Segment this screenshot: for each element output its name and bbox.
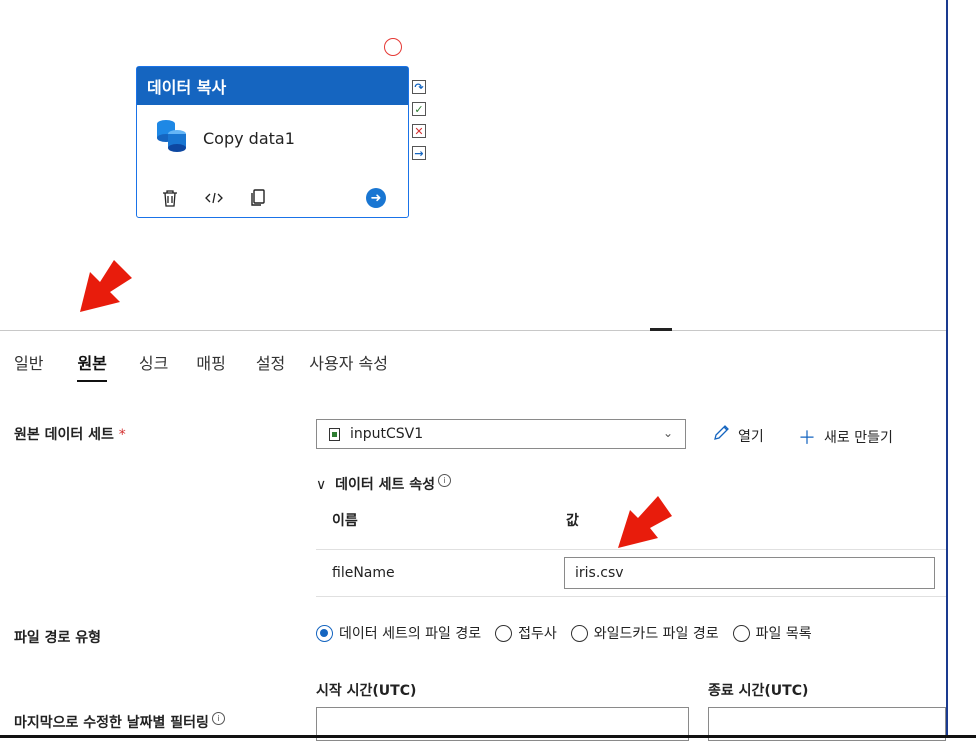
window-edge [946, 0, 948, 738]
red-arrow-annotation [80, 260, 132, 312]
new-dataset-button[interactable]: ＋ 새로 만들기 [798, 424, 893, 450]
source-dataset-select[interactable]: inputCSV1 ⌄ [316, 419, 686, 449]
tab-settings[interactable]: 설정 [256, 350, 285, 382]
red-arrow-annotation [618, 496, 672, 548]
file-path-type-label: 파일 경로 유형 [14, 630, 102, 646]
tab-sink[interactable]: 싱크 [139, 350, 168, 382]
column-name-header: 이름 [332, 513, 358, 529]
go-arrow-icon[interactable]: ➜ [366, 188, 386, 208]
tab-mapping[interactable]: 매핑 [196, 350, 225, 382]
tab-general[interactable]: 일반 [14, 350, 43, 382]
activity-type-label: 데이터 복사 [137, 67, 408, 105]
properties-tabs: 일반 원본 싱크 매핑 설정 사용자 속성 [14, 350, 388, 382]
pencil-icon [712, 424, 730, 447]
resize-handle[interactable] [650, 328, 672, 331]
filename-value-input[interactable]: iris.csv [564, 557, 935, 589]
property-name: fileName [332, 565, 395, 581]
chevron-down-icon: ∨ [316, 477, 327, 493]
info-icon: i [211, 712, 225, 726]
chevron-down-icon: ⌄ [662, 426, 673, 440]
skip-icon[interactable]: ↷ [412, 80, 426, 94]
database-icon [155, 118, 189, 158]
start-time-label: 시작 시간(UTC) [316, 683, 417, 699]
end-time-label: 종료 시간(UTC) [708, 683, 809, 699]
source-dataset-value: inputCSV1 [350, 426, 424, 442]
panel-divider [0, 330, 946, 331]
copy-data-activity[interactable]: 데이터 복사 Copy data1 ➜ [136, 66, 409, 218]
radio-wildcard-path[interactable]: 와일드카드 파일 경로 [570, 623, 719, 643]
tab-user-properties[interactable]: 사용자 속성 [309, 350, 388, 382]
tab-source[interactable]: 원본 [77, 350, 108, 382]
radio-dataset-path[interactable]: 데이터 세트의 파일 경로 [316, 623, 481, 643]
copy-icon[interactable] [247, 187, 269, 209]
code-icon[interactable] [203, 187, 225, 209]
file-path-type-radios: 데이터 세트의 파일 경로 접두사 와일드카드 파일 경로 파일 목록 [316, 623, 826, 643]
dataset-icon [329, 427, 340, 441]
column-value-header: 값 [566, 513, 579, 529]
last-modified-filter-label: 마지막으로 수정한 날짜별 필터링 i [14, 712, 225, 732]
radio-prefix[interactable]: 접두사 [495, 623, 557, 643]
failure-x-icon[interactable]: ✕ [412, 124, 426, 138]
info-icon: i [438, 474, 452, 488]
completion-arrow-icon[interactable]: → [412, 146, 426, 160]
open-dataset-button[interactable]: 열기 [712, 424, 764, 447]
radio-file-list[interactable]: 파일 목록 [732, 623, 812, 643]
plus-icon: ＋ [798, 428, 816, 449]
source-dataset-label: 원본 데이터 세트 * [14, 427, 126, 443]
required-mark: * [118, 427, 126, 443]
success-check-icon[interactable]: ✓ [412, 102, 426, 116]
activity-name: Copy data1 [203, 128, 295, 148]
delete-icon[interactable] [159, 187, 181, 209]
status-indicator [384, 38, 402, 56]
dataset-properties-header[interactable]: ∨ 데이터 세트 속성 i [316, 474, 452, 494]
